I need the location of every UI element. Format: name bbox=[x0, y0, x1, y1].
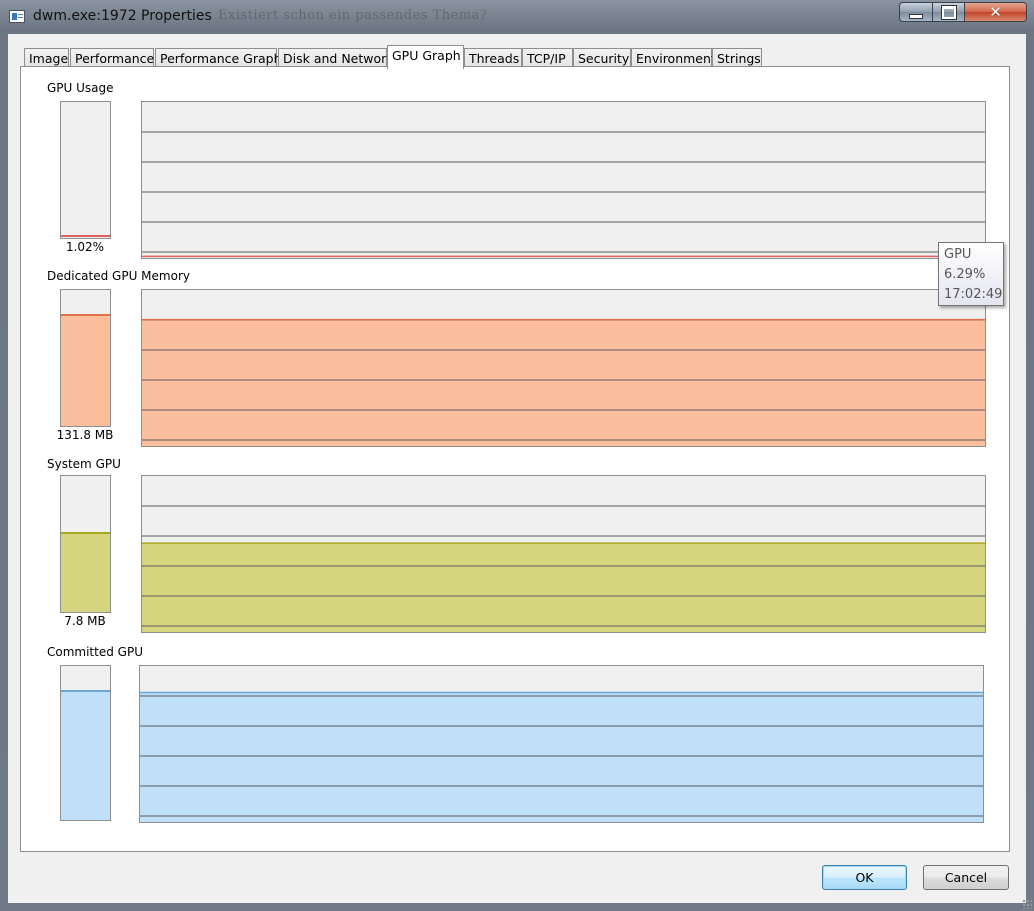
tooltip-series-name: GPU bbox=[944, 247, 972, 262]
gpu-usage-gauge bbox=[60, 101, 111, 239]
maximize-button[interactable] bbox=[932, 2, 965, 22]
gpu-usage-gauge-fill bbox=[61, 234, 110, 238]
tooltip-value: 6.29% bbox=[944, 267, 986, 282]
close-icon: ✕ bbox=[989, 3, 1002, 21]
system-gpu-graph[interactable] bbox=[141, 475, 986, 633]
resize-grip[interactable] bbox=[1022, 899, 1032, 909]
graph-plot bbox=[142, 505, 985, 632]
dedicated-gpu-memory-title: Dedicated GPU Memory bbox=[47, 269, 190, 283]
tab-performance[interactable]: Performance bbox=[70, 48, 154, 68]
minimize-button[interactable] bbox=[899, 2, 933, 22]
system-gpu-gauge bbox=[60, 475, 111, 613]
tab-tcpip[interactable]: TCP/IP bbox=[522, 48, 573, 68]
committed-gpu-gauge bbox=[60, 665, 111, 821]
ok-button[interactable]: OK bbox=[822, 865, 907, 890]
system-gpu-gauge-fill bbox=[61, 532, 110, 612]
close-button[interactable]: ✕ bbox=[964, 2, 1027, 22]
gpu-tooltip: GPU 6.29% 17:02:49 bbox=[938, 242, 1004, 306]
tab-strings[interactable]: Strings bbox=[712, 48, 762, 68]
dedicated-gpu-memory-graph[interactable] bbox=[141, 289, 986, 447]
app-icon[interactable] bbox=[9, 10, 25, 23]
title-bar[interactable]: Existiert schon ein passendes Thema? dwm… bbox=[0, 0, 1034, 34]
maximize-icon bbox=[940, 4, 957, 20]
graph-plot bbox=[142, 318, 985, 446]
tooltip-time: 17:02:49 bbox=[944, 287, 1003, 302]
tab-environment[interactable]: Environment bbox=[631, 48, 716, 68]
committed-gpu-gauge-fill bbox=[61, 690, 110, 820]
graph-plot bbox=[142, 131, 985, 258]
gpu-usage-title: GPU Usage bbox=[47, 81, 114, 95]
dedicated-gpu-memory-value: 131.8 MB bbox=[56, 428, 114, 442]
minimize-icon bbox=[909, 13, 923, 19]
graph-plot bbox=[140, 691, 983, 822]
window-title: dwm.exe:1972 Properties bbox=[33, 8, 212, 24]
system-gpu-value: 7.8 MB bbox=[64, 614, 106, 628]
graph-area bbox=[142, 543, 985, 632]
tab-disk-and-network[interactable]: Disk and Network bbox=[278, 48, 394, 68]
tab-performance-graph[interactable]: Performance Graph bbox=[155, 48, 282, 68]
system-gpu-title: System GPU bbox=[47, 457, 121, 471]
tab-gpu-graph[interactable]: GPU Graph bbox=[387, 45, 464, 69]
tab-threads[interactable]: Threads bbox=[464, 48, 522, 68]
graph-area bbox=[142, 319, 985, 446]
cancel-button[interactable]: Cancel bbox=[923, 865, 1009, 890]
committed-gpu-graph[interactable] bbox=[139, 665, 984, 823]
committed-gpu-title: Committed GPU bbox=[47, 645, 143, 659]
dedicated-gpu-memory-gauge bbox=[60, 289, 111, 427]
gpu-graph-panel: GPU Usage 1.02% Dedicated GPU Memory 131… bbox=[20, 66, 1010, 852]
background-window-title: Existiert schon ein passendes Thema? bbox=[218, 8, 488, 23]
dedicated-gpu-memory-gauge-fill bbox=[61, 313, 110, 426]
tab-security[interactable]: Security bbox=[573, 48, 631, 68]
graph-area bbox=[140, 692, 983, 822]
gpu-usage-graph[interactable] bbox=[141, 101, 986, 259]
dialog-client-area: Image Performance Performance Graph Disk… bbox=[8, 34, 1026, 903]
gpu-usage-value: 1.02% bbox=[65, 240, 105, 254]
tab-image[interactable]: Image bbox=[24, 48, 69, 68]
